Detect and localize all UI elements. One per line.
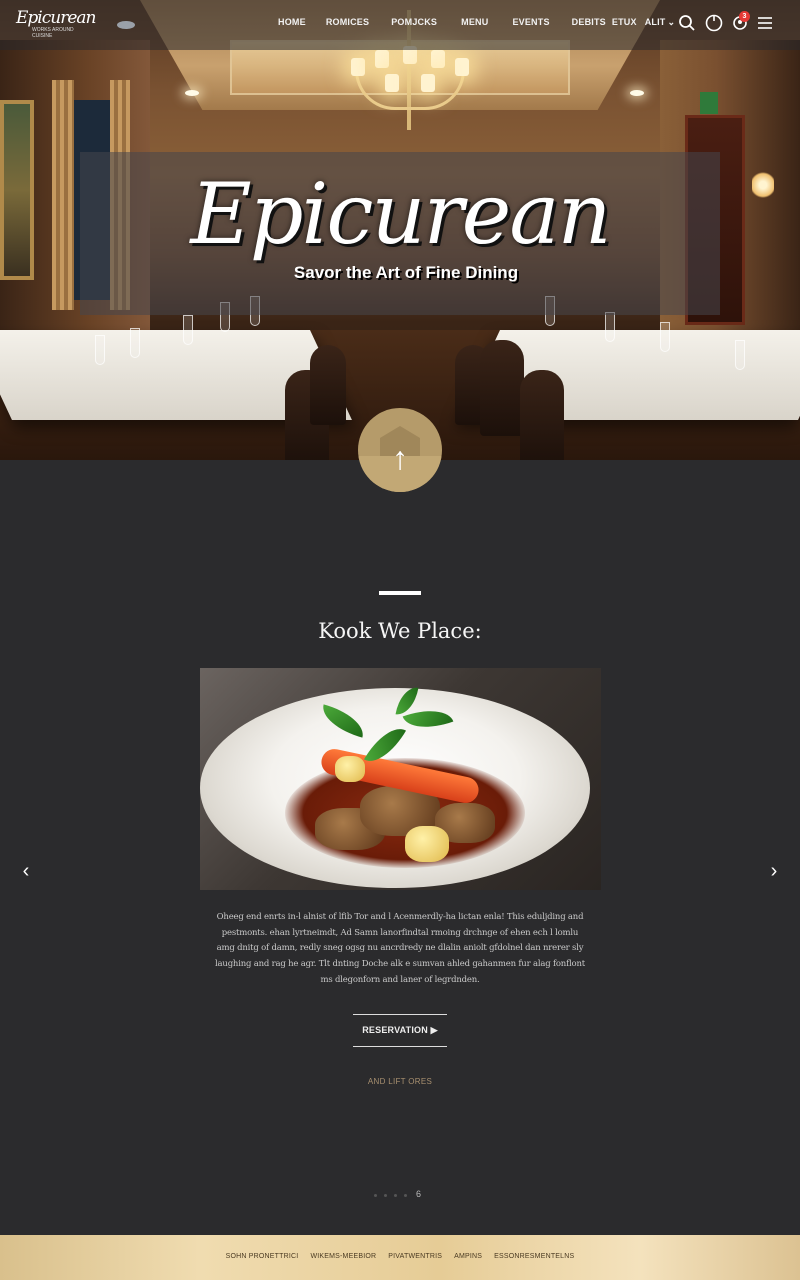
hero-title: Epicurean [190,165,611,263]
nav-item-etux[interactable]: ETUX [612,17,637,28]
nav-item-romices[interactable]: ROMICES [326,17,369,28]
carousel-next-button[interactable]: › [764,860,784,883]
section-title: Kook We Place: [318,619,482,643]
potato [405,826,449,862]
menu-icon[interactable] [756,14,774,32]
ceiling-light [630,90,644,96]
top-navigation: Epicurean WORKS AROUND CUISINE HOME ROMI… [0,0,800,50]
chair [480,340,524,436]
hero-banner: Epicurean Savor the Art of Fine Dining [0,0,800,460]
nav-menu: HOME ROMICES POMJCKS MENU EVENTS DEBITS … [278,17,675,28]
cloud-icon [117,21,135,29]
nav-item-debits[interactable]: DEBITS [572,17,606,28]
featured-dish-image [200,668,601,890]
search-icon[interactable] [678,14,696,32]
ceiling-light [185,90,199,96]
carousel-prev-button[interactable]: ‹ [16,860,36,883]
logo-tagline: CUISINE [32,33,53,39]
chevron-down-icon[interactable]: ⌄ [667,17,675,28]
footer: SOHN PRONETTRICI WIKEMS-MEEBIOR PIVATWEN… [0,1235,800,1280]
nav-item-pomjcks[interactable]: POMJCKS [391,17,437,28]
wine-glass [735,340,745,370]
nav-item-alit[interactable]: ALIT [645,17,666,28]
chair [310,345,346,425]
potato [335,756,365,782]
footer-link[interactable]: SOHN PRONETTRICI [226,1253,299,1260]
footer-link[interactable]: WIKEMS-MEEBIOR [310,1253,376,1260]
nav-item-menu[interactable]: MENU [461,17,488,28]
nav-item-home[interactable]: HOME [278,17,306,28]
chair [520,370,564,460]
site-logo[interactable]: Epicurean WORKS AROUND CUISINE [16,8,96,40]
section-description: Oheeg end enrts in-l alnist of lfib Tor … [215,912,585,985]
exit-sign [700,92,718,114]
wine-glass [605,312,615,342]
footer-link[interactable]: PIVATWENTRIS [388,1253,442,1260]
power-icon[interactable] [705,14,723,32]
notification-badge: 3 [739,11,750,22]
page-number[interactable]: 6 [416,1189,421,1199]
scroll-up-button[interactable]: ↑ [358,408,442,492]
footer-links: SOHN PRONETTRICI WIKEMS-MEEBIOR PIVATWEN… [0,1253,800,1260]
wine-glass [130,328,140,358]
hero-subtitle: Savor the Art of Fine Dining [293,263,519,282]
footer-link[interactable]: AMPINS [454,1253,482,1260]
wine-glass [95,335,105,365]
footer-link[interactable]: ESSONRESMENTELNS [494,1253,574,1260]
wine-glass [660,322,670,352]
more-link[interactable]: AND LIFT ORES [0,1077,800,1086]
wine-glass [183,315,193,345]
section-divider [379,591,421,595]
page-indicator: 6 [370,1189,430,1201]
arrow-up-icon: ↑ [392,440,408,476]
reservation-button[interactable]: RESERVATION ▶ [353,1014,447,1047]
nav-item-events[interactable]: EVENTS [512,17,549,28]
logo-text: Epicurean [16,8,96,28]
